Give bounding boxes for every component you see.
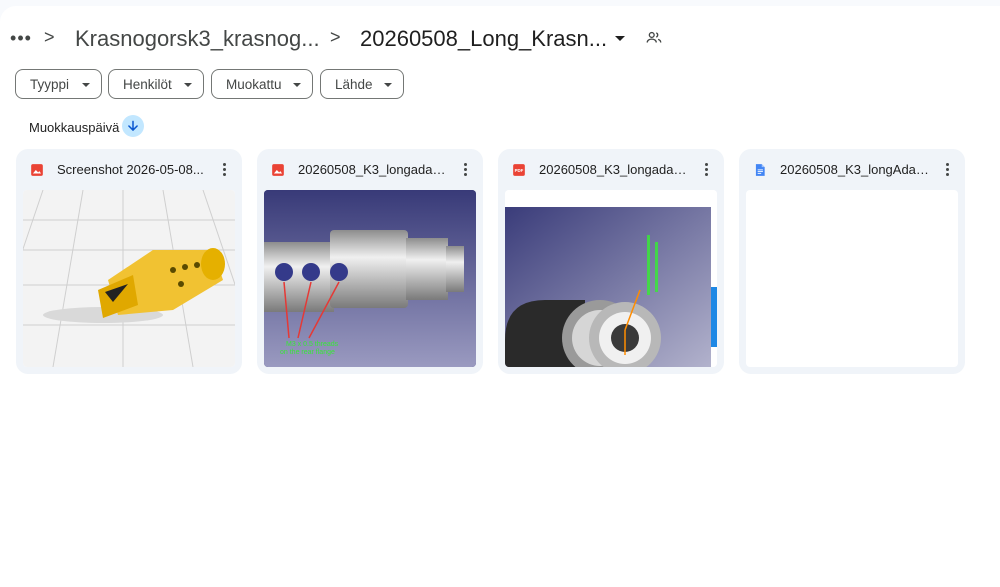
file-thumbnail — [746, 190, 958, 367]
file-name: 20260508_K3_longadap... — [298, 162, 448, 177]
file-thumbnail: M3 x 0.5 threads on the rear flange — [264, 190, 476, 367]
file-name: Screenshot 2026-05-08... — [57, 162, 204, 177]
render-annotation: M3 x 0.5 threads — [286, 341, 339, 348]
file-card[interactable]: Screenshot 2026-05-08... — [16, 149, 242, 374]
pdf-icon: PDF — [513, 164, 525, 176]
filter-people-label: Henkilöt — [123, 76, 172, 92]
breadcrumb-current-folder[interactable]: 20260508_Long_Krasn... — [360, 26, 607, 52]
file-card[interactable]: 20260508_K3_longadap... M3 x 0.5 threads… — [257, 149, 483, 374]
image-icon — [31, 164, 43, 176]
filter-source-label: Lähde — [335, 76, 373, 92]
chevron-down-icon — [184, 83, 192, 87]
filter-modified-label: Muokattu — [226, 76, 282, 92]
sort-direction-button[interactable] — [122, 115, 144, 137]
file-card[interactable]: 20260508_K3_longAdap... — [739, 149, 965, 374]
shared-folder-icon[interactable] — [645, 29, 663, 47]
file-name: 20260508_K3_longadap... — [539, 162, 689, 177]
image-icon — [272, 164, 284, 176]
more-options-button[interactable] — [937, 159, 957, 179]
sort-label[interactable]: Muokkauspäivä — [29, 120, 119, 135]
folder-menu-dropdown-icon[interactable] — [615, 36, 625, 41]
filter-type-label: Tyyppi — [30, 76, 70, 92]
file-thumbnail — [23, 190, 235, 367]
breadcrumb-separator: > — [330, 27, 341, 47]
chevron-down-icon — [384, 83, 392, 87]
breadcrumb-parent-folder[interactable]: Krasnogorsk3_krasnog... — [75, 26, 320, 52]
filter-people-chip[interactable]: Henkilöt — [108, 69, 204, 99]
more-options-button[interactable] — [696, 159, 716, 179]
filter-type-chip[interactable]: Tyyppi — [15, 69, 102, 99]
arrow-down-icon — [128, 120, 138, 131]
docs-icon — [755, 164, 765, 176]
render-annotation: on the rear flange — [280, 349, 335, 356]
file-card[interactable]: PDF 20260508_K3_longadap... — [498, 149, 724, 374]
filter-source-chip[interactable]: Lähde — [320, 69, 404, 99]
more-options-button[interactable] — [455, 159, 475, 179]
breadcrumb-separator: > — [44, 27, 55, 47]
svg-text:PDF: PDF — [515, 168, 524, 173]
chevron-down-icon — [82, 83, 90, 87]
breadcrumb-more-button[interactable]: ••• — [8, 25, 34, 51]
file-thumbnail — [505, 190, 717, 367]
chevron-down-icon — [293, 83, 301, 87]
more-options-button[interactable] — [214, 159, 234, 179]
filter-modified-chip[interactable]: Muokattu — [211, 69, 313, 99]
file-name: 20260508_K3_longAdap... — [780, 162, 930, 177]
